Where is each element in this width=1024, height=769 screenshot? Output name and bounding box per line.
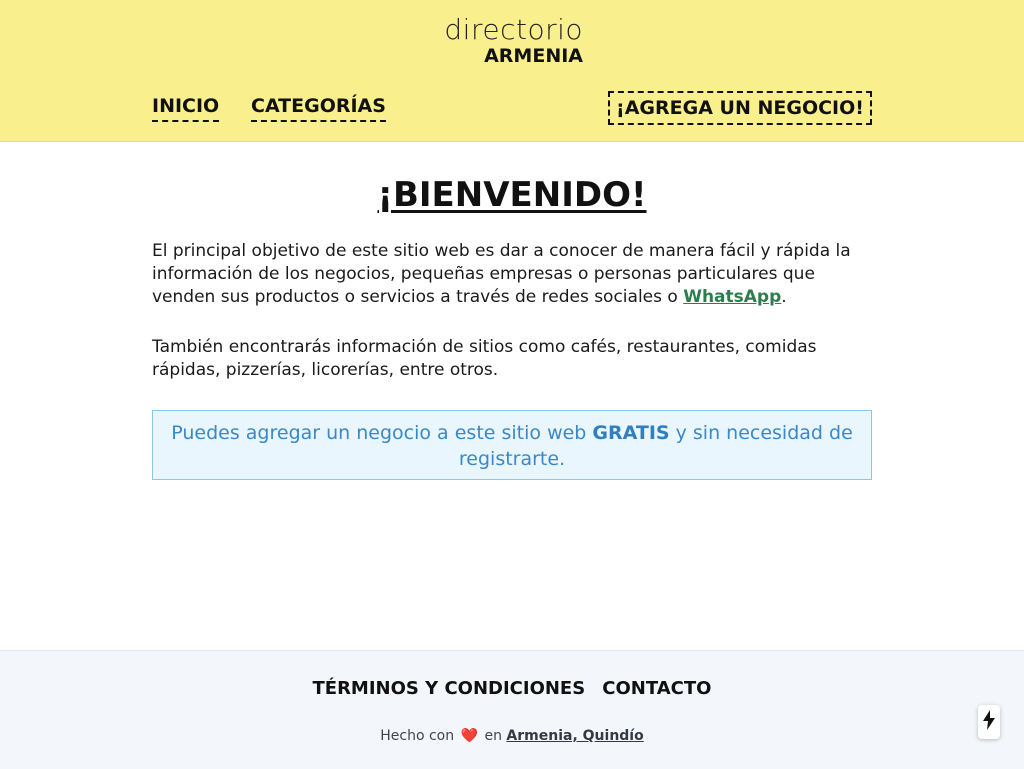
places-paragraph: También encontrarás información de sitio… bbox=[152, 337, 817, 380]
site-logo[interactable]: directorio ARMENIA bbox=[441, 13, 583, 67]
welcome-heading-text: ¡BIENVENIDO! bbox=[377, 175, 647, 215]
notice-free-label: GRATIS bbox=[592, 422, 670, 444]
footer-link-terms[interactable]: TÉRMINOS Y CONDICIONES bbox=[313, 677, 586, 701]
whatsapp-link[interactable]: WhatsApp bbox=[683, 287, 781, 307]
lightning-bolt-button[interactable] bbox=[978, 705, 1000, 739]
free-listing-notice: Puedes agregar un negocio a este sitio w… bbox=[152, 410, 872, 480]
notice-text-start: Puedes agregar un negocio a este sitio w… bbox=[171, 422, 593, 444]
location-link[interactable]: Armenia, Quindío bbox=[506, 728, 643, 744]
welcome-heading: ¡BIENVENIDO! bbox=[0, 172, 1024, 218]
footer-links: TÉRMINOS Y CONDICIONES CONTACTO bbox=[0, 677, 1024, 701]
heart-icon: ❤️ bbox=[460, 728, 479, 744]
logo-wordmark-directorio: directorio bbox=[444, 13, 583, 46]
footer-credit: Hecho con ❤️ en Armenia, Quindío bbox=[0, 726, 1024, 746]
intro-period: . bbox=[781, 287, 787, 307]
footer-link-contact[interactable]: CONTACTO bbox=[602, 677, 711, 701]
lightning-bolt-icon bbox=[983, 710, 995, 734]
credit-made-with: Hecho con bbox=[380, 728, 455, 744]
add-business-button[interactable]: ¡AGREGA UN NEGOCIO! bbox=[608, 91, 872, 125]
nav-link-categorias[interactable]: CATEGORÍAS bbox=[251, 94, 386, 122]
site-header: directorio ARMENIA INICIO CATEGORÍAS ¡AG… bbox=[0, 0, 1024, 142]
site-footer: TÉRMINOS Y CONDICIONES CONTACTO Hecho co… bbox=[0, 650, 1024, 769]
intro-paragraph: El principal objetivo de este sitio web … bbox=[152, 240, 872, 309]
logo-wordmark-armenia: ARMENIA bbox=[484, 45, 583, 67]
nav-link-inicio[interactable]: INICIO bbox=[152, 94, 220, 122]
credit-in: en bbox=[484, 728, 502, 744]
